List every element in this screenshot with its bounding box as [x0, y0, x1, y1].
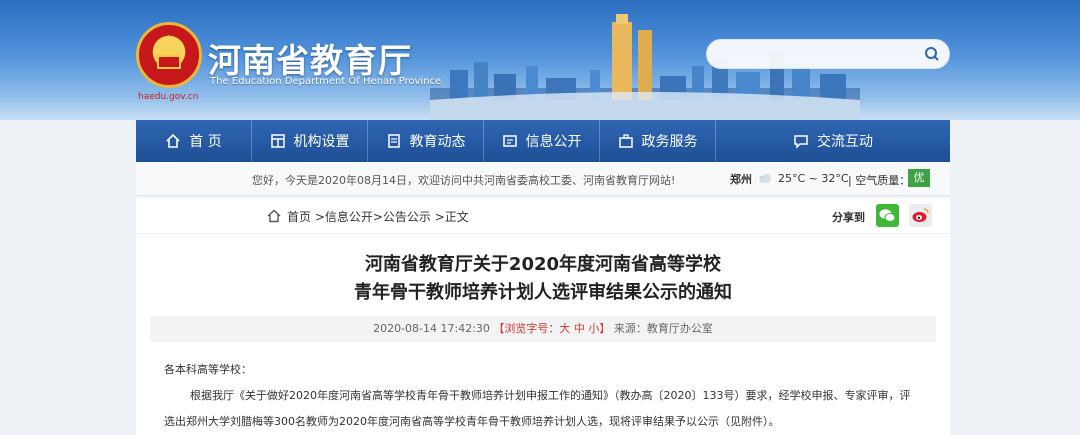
- article-title-line2: 青年骨干教师培养计划人选评审结果公示的通知: [354, 282, 732, 303]
- article-paragraph-line: 根据我厅《关于做好2020年度河南省高等学校青年骨干教师培养计划申报工作的通知》…: [190, 389, 911, 402]
- air-quality-badge: 优: [908, 169, 930, 187]
- weibo-share-icon[interactable]: [909, 204, 932, 227]
- nav-label: 政务服务: [641, 134, 698, 150]
- article: 河南省教育厅关于2020年度河南省高等学校 青年骨干教师培养计划人选评审结果公示…: [136, 234, 950, 435]
- nav-item-government-services[interactable]: 政务服务: [600, 120, 716, 162]
- nav-item-education-news[interactable]: 教育动态: [368, 120, 484, 162]
- info-icon: [502, 135, 517, 147]
- nav-item-organization[interactable]: 机构设置: [252, 120, 368, 162]
- site-title[interactable]: 河南省教育厅: [208, 34, 412, 82]
- org-chart-icon: [270, 134, 285, 148]
- welcome-message: 您好，今天是2020年08月14日，欢迎访问中共河南省委高校工委、河南省教育厅网…: [252, 174, 676, 187]
- document-icon: [387, 134, 400, 148]
- info-bar: 您好，今天是2020年08月14日，欢迎访问中共河南省委高校工委、河南省教育厅网…: [136, 162, 950, 196]
- home-icon[interactable]: [267, 209, 281, 223]
- breadcrumb[interactable]: 首页 >信息公开>公告公示 >正文: [287, 208, 469, 225]
- nav-item-interaction[interactable]: 交流互动: [716, 120, 950, 162]
- site-subtitle: The Education Department Of Henan Provin…: [210, 76, 442, 87]
- cloudy-icon: [759, 174, 771, 183]
- nav-label: 信息公开: [525, 134, 582, 150]
- nav-label: 机构设置: [293, 134, 350, 150]
- site-domain: haedu.gov.cn: [138, 92, 199, 102]
- national-emblem-icon[interactable]: ★: [136, 22, 202, 88]
- article-meta: 2020-08-14 17:42:30 【浏览字号：大 中 小】 来源：教育厅办…: [150, 316, 936, 342]
- search-icon[interactable]: [924, 46, 940, 62]
- chat-icon: [794, 135, 808, 149]
- article-paragraph-line: 选出郑州大学刘腊梅等300名教师为2020年度河南省高等学校青年骨干教师培养计划…: [164, 415, 780, 428]
- nav-item-info-disclosure[interactable]: 信息公开: [484, 120, 600, 162]
- nav-label: 教育动态: [409, 134, 466, 150]
- site-banner: ★ haedu.gov.cn 河南省教育厅 The Education Depa…: [0, 0, 1080, 120]
- article-source: 来源：教育厅办公室: [613, 322, 713, 335]
- font-size-control[interactable]: 【浏览字号：大 中 小】: [493, 322, 610, 335]
- breadcrumb-bar: 首页 >信息公开>公告公示 >正文 分享到: [136, 198, 950, 234]
- temperature: 25°C ~ 32°C: [778, 172, 849, 185]
- nav-label: 首 页: [189, 134, 222, 150]
- briefcase-icon: [618, 134, 633, 148]
- weather-city: 郑州: [730, 173, 752, 186]
- wechat-share-icon[interactable]: [876, 204, 899, 227]
- home-icon: [166, 133, 180, 148]
- air-quality-label: | 空气质量：: [848, 174, 911, 187]
- share-label: 分享到: [832, 211, 865, 224]
- publish-date: 2020-08-14 17:42:30: [373, 322, 490, 335]
- nav-label: 交流互动: [817, 134, 873, 150]
- nav-item-home[interactable]: 首 页: [136, 120, 252, 162]
- search-input[interactable]: [706, 39, 950, 69]
- article-salutation: 各本科高等学校：: [164, 363, 252, 376]
- main-nav: 首 页 机构设置 教育动态 信息公开 政务服务 交流互动: [136, 120, 950, 162]
- article-title-line1: 河南省教育厅关于2020年度河南省高等学校: [364, 254, 722, 275]
